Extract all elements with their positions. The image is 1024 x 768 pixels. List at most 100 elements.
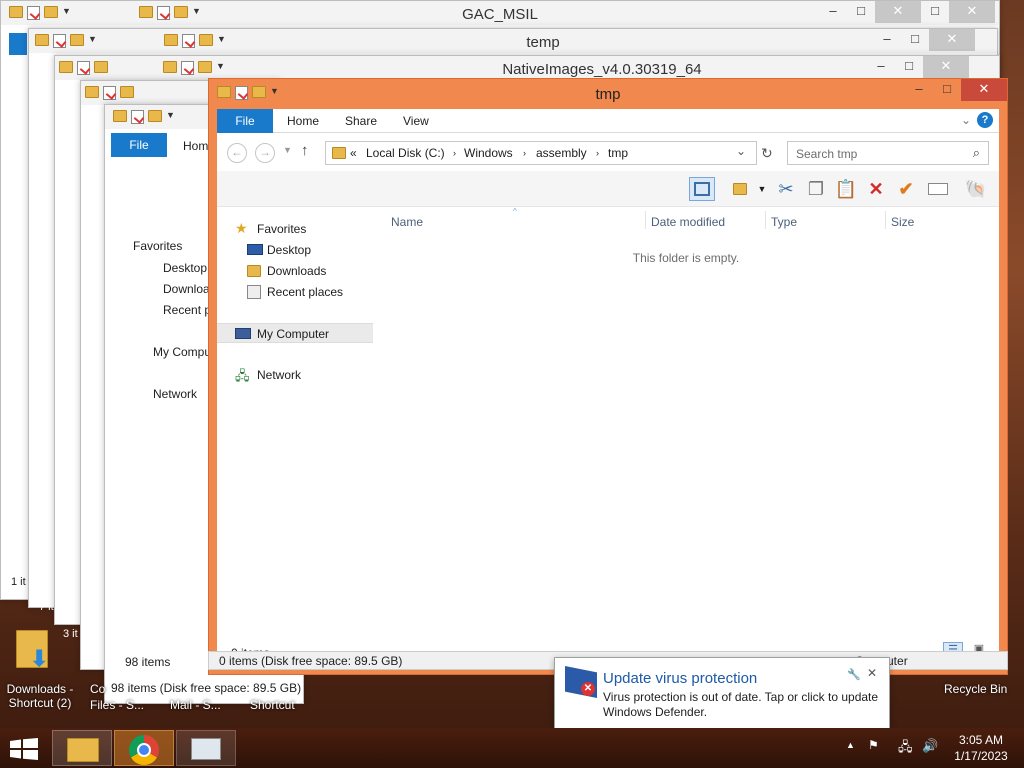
minimize-button[interactable]: – xyxy=(905,79,933,101)
preview-pane-icon[interactable] xyxy=(689,177,715,201)
nav-recent-places[interactable]: Recent places xyxy=(217,282,373,302)
crumb-tmp[interactable]: tmp xyxy=(608,146,628,160)
shell-icon[interactable]: 🐚 xyxy=(963,177,989,201)
files-shortcut-label[interactable]: Files - S... xyxy=(90,698,144,712)
search-icon[interactable]: ⌕ xyxy=(973,145,980,161)
rename-icon[interactable] xyxy=(925,177,951,201)
dropdown-icon[interactable]: ▼ xyxy=(749,177,775,201)
nav-downloads[interactable]: Downloads xyxy=(217,261,373,281)
close-button[interactable]: ✕ xyxy=(929,29,975,51)
folder-icon xyxy=(332,147,346,159)
dropdown-icon: ▼ xyxy=(216,61,225,71)
desktop-shortcut-label[interactable]: Co xyxy=(90,682,105,696)
computer-icon xyxy=(235,328,251,339)
dropdown-icon: ▼ xyxy=(88,34,97,44)
settings-wrench-icon[interactable]: 🔧 xyxy=(847,668,861,681)
close-button[interactable]: ✕ xyxy=(961,79,1007,101)
address-overflow[interactable]: « xyxy=(350,146,357,160)
show-hidden-icons[interactable]: ▲ xyxy=(846,740,855,750)
mail-shortcut-label[interactable]: Mail - S... xyxy=(170,698,221,712)
maximize-button[interactable]: □ xyxy=(901,29,929,51)
crumb-local-disk[interactable]: Local Disk (C:) xyxy=(366,146,445,160)
folder-icon xyxy=(9,6,23,18)
nav-favorites[interactable]: ★ Favorites xyxy=(217,219,373,239)
file-explorer-taskbar-button[interactable] xyxy=(52,730,112,766)
properties-icon xyxy=(131,110,144,124)
shortcut-label[interactable]: Shortcut xyxy=(250,698,295,712)
empty-folder-message: This folder is empty. xyxy=(632,251,740,265)
column-name[interactable]: Name xyxy=(391,215,423,229)
close-button[interactable]: ✕ xyxy=(875,1,921,23)
back-button[interactable]: ← xyxy=(227,143,247,163)
recent-places-link[interactable]: Recent p xyxy=(163,303,211,317)
window-tmp[interactable]: ▼ tmp – □ ✕ File Home Share View ⌄ ? ← →… xyxy=(208,78,1008,675)
downloads-shortcut-label[interactable]: Downloads - Shortcut (2) xyxy=(0,682,80,710)
crumb-assembly[interactable]: assembly xyxy=(536,146,587,160)
minimize-button[interactable]: – xyxy=(819,1,847,23)
crumb-windows[interactable]: Windows xyxy=(464,146,513,160)
forward-button[interactable]: → xyxy=(255,143,275,163)
volume-icon[interactable]: 🔊 xyxy=(922,738,938,754)
nav-my-computer[interactable]: My Computer xyxy=(217,323,373,343)
file-list[interactable]: ^ Name Date modified Type Size This fold… xyxy=(373,207,999,636)
tab-file[interactable]: File xyxy=(217,109,273,133)
column-date-modified[interactable]: Date modified xyxy=(651,215,725,229)
start-button[interactable] xyxy=(10,738,38,760)
minimize-button[interactable]: – xyxy=(867,56,895,78)
refresh-icon[interactable]: ↻ xyxy=(761,145,773,162)
copy-icon[interactable]: ❐ xyxy=(803,177,829,201)
nav-desktop[interactable]: Desktop xyxy=(217,240,373,260)
downloads-link[interactable]: Downloa xyxy=(163,282,210,296)
maximize-button[interactable]: □ xyxy=(895,56,923,78)
crumb-separator-icon[interactable]: › xyxy=(596,148,599,158)
maximize-button[interactable]: □ xyxy=(847,1,875,23)
close-button[interactable]: ✕ xyxy=(923,56,969,78)
status-bar: 98 items (Disk free space: 89.5 GB) xyxy=(111,681,302,695)
crumb-separator-icon[interactable]: › xyxy=(523,148,526,158)
properties-icon xyxy=(181,61,194,75)
network-link[interactable]: Network xyxy=(153,387,197,401)
tab-share[interactable]: Share xyxy=(345,109,377,133)
recycle-bin-label[interactable]: Recycle Bin xyxy=(944,682,1007,696)
address-dropdown-icon[interactable]: ⌄ xyxy=(736,144,746,158)
file-tab[interactable]: File xyxy=(111,133,167,157)
cut-icon[interactable]: ✂ xyxy=(773,177,799,201)
ribbon-expand-icon[interactable]: ⌄ xyxy=(961,113,971,127)
my-computer-link[interactable]: My Compu xyxy=(153,345,211,359)
column-size[interactable]: Size xyxy=(891,215,914,229)
nav-downloads-label: Downloads xyxy=(267,264,327,278)
nav-network-label: Network xyxy=(257,368,302,382)
star-icon: ★ xyxy=(235,220,248,236)
close-button[interactable]: ✕ xyxy=(949,1,995,23)
search-input[interactable]: Search tmp ⌕ xyxy=(787,141,989,165)
desktop-link[interactable]: Desktop xyxy=(163,261,207,275)
tab-home[interactable]: Home xyxy=(287,109,319,133)
clock-time[interactable]: 3:05 AM xyxy=(950,733,1012,747)
navigation-pane: ★ Favorites Desktop Downloads Recent pla… xyxy=(217,207,373,636)
defender-notification[interactable]: ✕ Update virus protection Virus protecti… xyxy=(554,657,890,729)
dropdown-icon: ▼ xyxy=(62,6,71,16)
address-bar[interactable]: « Local Disk (C:) › Windows › assembly ›… xyxy=(325,141,757,165)
window-title: tmp xyxy=(595,86,621,103)
up-button[interactable]: ↑ xyxy=(301,142,309,159)
recent-locations-icon[interactable]: ▼ xyxy=(283,145,292,155)
delete-icon[interactable]: ✕ xyxy=(863,177,889,201)
favorites-label[interactable]: Favorites xyxy=(133,239,182,253)
performance-monitor-taskbar-button[interactable] xyxy=(176,730,236,766)
checkmark-icon[interactable]: ✔ xyxy=(893,177,919,201)
maximize-button[interactable]: □ xyxy=(933,79,961,101)
action-center-flag-icon[interactable]: ⚑ xyxy=(868,738,879,752)
paste-icon[interactable]: 📋 xyxy=(833,177,859,201)
downloads-shortcut-icon[interactable]: ⬇ xyxy=(16,630,52,674)
nav-network[interactable]: 🖧 Network xyxy=(217,365,373,385)
crumb-separator-icon[interactable]: › xyxy=(453,148,456,158)
network-status-icon[interactable]: 🖧 xyxy=(898,738,913,760)
clock-date[interactable]: 1/17/2023 xyxy=(950,749,1012,763)
notification-close-icon[interactable]: ✕ xyxy=(867,666,877,680)
help-icon[interactable]: ? xyxy=(977,112,993,128)
column-type[interactable]: Type xyxy=(771,215,797,229)
minimize-button[interactable]: □ xyxy=(921,1,949,23)
tab-view[interactable]: View xyxy=(403,109,429,133)
chrome-taskbar-button[interactable] xyxy=(114,730,174,766)
minimize-button[interactable]: – xyxy=(873,29,901,51)
